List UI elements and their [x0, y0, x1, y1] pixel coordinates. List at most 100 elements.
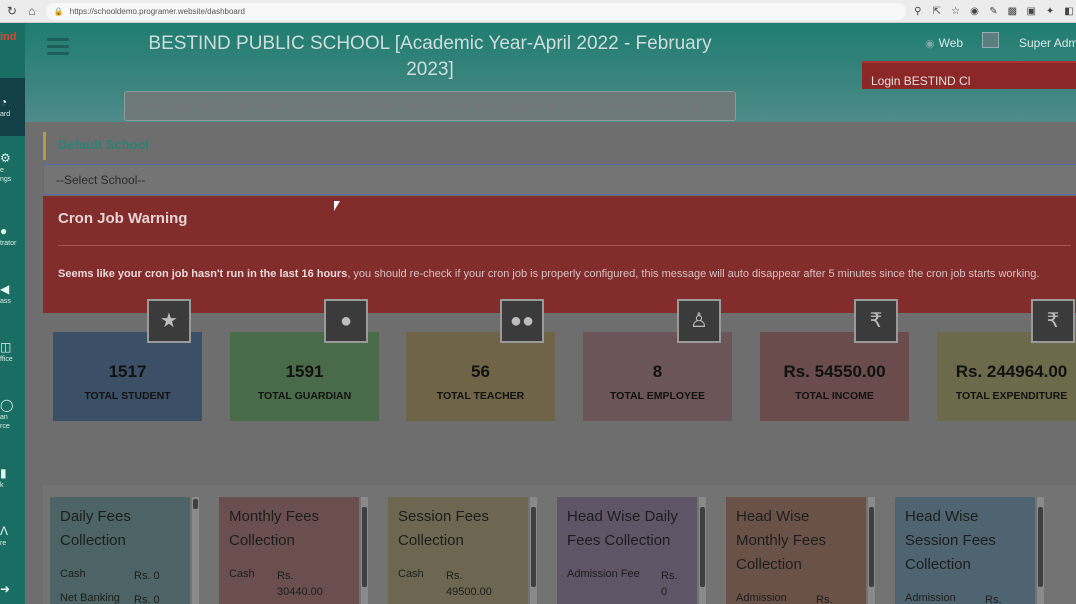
language-flag-icon[interactable]	[982, 32, 999, 48]
pen-icon[interactable]: ✎	[986, 4, 1000, 18]
sidebar-item-administrator[interactable]: ● trator	[0, 223, 25, 248]
stat-label: TOTAL EMPLOYEE	[609, 390, 706, 402]
sidebar-item-next[interactable]: ➜	[0, 581, 25, 597]
office-icon: ◫	[0, 340, 12, 354]
stat-card-expenditure[interactable]: ₹ Rs. 244964.00 TOTAL EXPENDITURE	[937, 299, 1076, 421]
fees-collection-panel: Daily Fees Collection Cash Rs. 0 Net Bank…	[43, 485, 1076, 604]
class-icon: ◀	[0, 282, 10, 296]
globe-icon: ◉	[925, 37, 935, 50]
fee-card-scrollbar[interactable]	[699, 497, 706, 604]
stat-card-income[interactable]: ₹ Rs. 54550.00 TOTAL INCOME	[760, 299, 909, 421]
stat-label: TOTAL EXPENDITURE	[955, 390, 1068, 402]
menu-toggle-icon[interactable]	[47, 38, 69, 55]
stat-value: 1591	[285, 362, 324, 381]
zoom-icon[interactable]: ⚲	[911, 4, 925, 18]
settings-icon: ⚙	[0, 151, 11, 165]
rupee-icon: ₹	[1031, 299, 1075, 343]
fee-card-scrollbar[interactable]	[1037, 497, 1044, 604]
fee-row: Cash Rs. 30440.00	[229, 568, 323, 598]
fee-row: Cash Rs. 49500.00	[398, 568, 492, 598]
teacher-group-icon: ●●	[500, 299, 544, 343]
address-bar[interactable]: 🔒 https://schooldemo.programer.website/d…	[45, 2, 906, 20]
fee-card-head-daily: Head Wise Daily Fees Collection Admissio…	[557, 497, 697, 604]
stat-card-guardian[interactable]: ● 1591 TOTAL GUARDIAN	[230, 299, 379, 421]
fee-card-scrollbar[interactable]	[192, 497, 199, 604]
dashboard-icon: ◔	[0, 95, 8, 109]
home-icon[interactable]: ⌂	[24, 3, 40, 19]
administrator-icon: ●	[0, 224, 8, 238]
stat-card-teacher[interactable]: ●● 56 TOTAL TEACHER	[406, 299, 555, 421]
fee-card-title: Daily Fees Collection	[60, 508, 131, 549]
book-icon: ▮	[0, 466, 7, 480]
alert-title: Cron Job Warning	[58, 210, 188, 227]
stat-label: TOTAL INCOME	[795, 390, 874, 402]
fee-card-session: Session Fees Collection Cash Rs. 49500.00	[388, 497, 528, 604]
user-menu[interactable]: Super Adm	[1019, 36, 1076, 50]
fee-row: Cash Rs. 0	[60, 568, 160, 582]
reload-icon[interactable]: ↻	[4, 3, 20, 19]
stat-label: TOTAL STUDENT	[84, 390, 171, 402]
stat-value: 56	[471, 362, 490, 381]
fee-row: Admission Fee Rs. 0	[567, 568, 678, 598]
app-root: ind ◔ ard ⚙ e ngs ● trator ◀ ass ◫ ffice…	[0, 23, 1076, 604]
top-header: BESTIND PUBLIC SCHOOL [Academic Year-Apr…	[25, 23, 1076, 122]
fee-card-title: Session Fees Collection	[398, 508, 489, 549]
stat-value: 1517	[108, 362, 147, 381]
fee-card-scrollbar[interactable]	[530, 497, 537, 604]
figure-icon: Λ	[0, 524, 9, 538]
employee-icon: ♙	[677, 299, 721, 343]
cast-icon[interactable]: ▣	[1024, 4, 1038, 18]
fee-card-scrollbar[interactable]	[868, 497, 875, 604]
fee-card-title: Monthly Fees Collection	[229, 508, 320, 549]
fee-card-daily: Daily Fees Collection Cash Rs. 0 Net Bank…	[50, 497, 190, 604]
stat-value: Rs. 54550.00	[783, 362, 886, 381]
stat-value: 8	[652, 362, 663, 381]
sidebar-item-book[interactable]: ▮ k	[0, 465, 25, 490]
stat-card-student[interactable]: ★ 1517 TOTAL STUDENT	[53, 299, 202, 421]
page-title: BESTIND PUBLIC SCHOOL [Academic Year-Apr…	[148, 33, 712, 80]
fee-card-title: Head Wise Session Fees Collection	[905, 508, 996, 573]
main-content: Default School --Select School-- Cron Jo…	[25, 122, 1076, 604]
fee-card-head-monthly: Head Wise Monthly Fees Collection Admiss…	[726, 497, 866, 604]
sidebar: ind ◔ ard ⚙ e ngs ● trator ◀ ass ◫ ffice…	[0, 23, 25, 604]
alert-divider	[58, 245, 1071, 246]
fee-row: Admission Rs.	[736, 592, 833, 604]
puzzle-icon[interactable]: ✦	[1043, 4, 1057, 18]
sidebar-item-class[interactable]: ◀ ass	[0, 281, 25, 306]
stat-value: Rs. 244964.00	[955, 362, 1068, 381]
sidebar-item-settings[interactable]: ⚙ e ngs	[0, 150, 25, 184]
stat-label: TOTAL GUARDIAN	[257, 390, 352, 402]
sidepanel-icon[interactable]: ◧	[1062, 4, 1076, 18]
rupee-icon: ₹	[854, 299, 898, 343]
browser-toolbar: ↻ ⌂ 🔒 https://schooldemo.programer.websi…	[0, 0, 1076, 23]
school-select[interactable]: --Select School--	[43, 164, 1076, 195]
sidebar-item-more[interactable]: Λ re	[0, 523, 25, 548]
web-link[interactable]: ◉ Web	[925, 36, 963, 50]
fee-card-head-session: Head Wise Session Fees Collection Admiss…	[895, 497, 1035, 604]
fee-row: Net Banking Rs. 0	[60, 592, 160, 604]
section-title: Default School	[43, 132, 1076, 160]
fee-card-title: Head Wise Monthly Fees Collection	[736, 508, 827, 573]
school-logo[interactable]: ind	[0, 31, 25, 51]
login-school-popup[interactable]: Login BESTIND Cl	[862, 61, 1076, 89]
fee-row: Admission Rs.	[905, 592, 1002, 604]
search-input[interactable]	[124, 91, 736, 121]
human-resource-icon: ◯	[0, 398, 14, 412]
translate-icon[interactable]: ▩	[1005, 4, 1019, 18]
arrow-icon: ➜	[0, 582, 11, 596]
guardian-icon: ●	[324, 299, 368, 343]
sidebar-item-human-resource[interactable]: ◯ an rce	[0, 397, 25, 431]
stat-label: TOTAL TEACHER	[436, 390, 525, 402]
fee-card-title: Head Wise Daily Fees Collection	[567, 508, 678, 549]
share-icon[interactable]: ⇱	[930, 4, 944, 18]
alert-message: Seems like your cron job hasn't run in t…	[58, 268, 1040, 280]
lock-icon: 🔒	[53, 6, 64, 16]
sidebar-item-dashboard[interactable]: ◔ ard	[0, 78, 25, 136]
sidebar-item-office[interactable]: ◫ ffice	[0, 339, 25, 364]
extension-icon[interactable]: ◉	[968, 4, 982, 18]
student-icon: ★	[147, 299, 191, 343]
mouse-cursor-icon	[334, 201, 340, 211]
bookmark-star-icon[interactable]: ☆	[949, 4, 963, 18]
fee-card-scrollbar[interactable]	[361, 497, 368, 604]
stat-card-employee[interactable]: ♙ 8 TOTAL EMPLOYEE	[583, 299, 732, 421]
